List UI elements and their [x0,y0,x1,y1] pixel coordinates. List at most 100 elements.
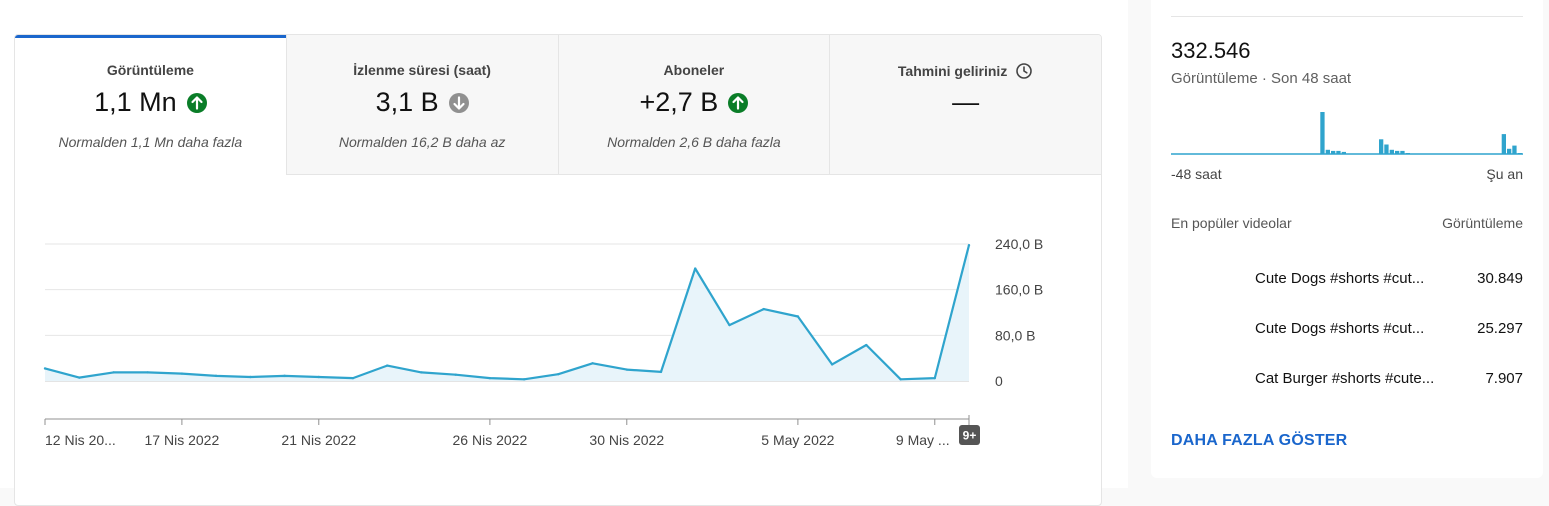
tab-revenue-label-text: Tahmini geliriniz [897,63,1008,79]
tab-subscribers-note: Normalden 2,6 B daha fazla [607,134,781,150]
top-video-row[interactable]: Cat Burger #shorts #cute... 7.907 [1171,370,1523,396]
realtime-bar [1395,150,1400,154]
video-views: 7.907 [1485,370,1523,387]
arrow-up-icon [728,92,749,113]
realtime-bar [1512,145,1517,154]
realtime-bar [1517,153,1522,155]
realtime-bar [1400,150,1405,154]
tab-revenue-value-text: — [952,87,980,117]
top-video-row[interactable]: Cute Dogs #shorts #cut... 30.849 [1171,270,1523,296]
data-point [420,371,423,374]
x-tick-label: 26 Nis 2022 [453,432,528,448]
views-chart: 0 80,0 B 160,0 B 240,0 B 12 Nis 20... 17 Nis … [15,175,1101,505]
data-point [43,367,47,370]
video-views: 30.849 [1477,270,1523,287]
x-tick-label: 5 May 2022 [761,432,834,448]
data-point [78,376,81,379]
tab-watch-time-value: 3,1 B [287,87,558,118]
realtime-views-value: 332.546 [1171,38,1251,63]
realtime-bar [1389,149,1394,154]
data-point [386,364,389,367]
realtime-bar [1320,112,1325,154]
data-point [351,376,355,380]
data-point [728,323,731,327]
realtime-bar [1336,150,1341,154]
realtime-bar [1341,151,1346,154]
video-views: 25.297 [1477,320,1523,337]
tab-views-value-text: 1,1 Mn [94,87,177,117]
tab-views-label-text: Görüntüleme [106,62,194,78]
x-tick-label: 12 Nis 20... [45,432,116,448]
x-tick-label: 21 Nis 2022 [281,432,356,448]
realtime-bar [1501,134,1506,154]
y-tick-label: 160,0 B [995,282,1043,298]
data-point [317,375,320,379]
data-point [249,375,252,379]
x-tick-label: 9 May ... [896,432,950,448]
views-chart-svg: 0 80,0 B 160,0 B 240,0 B 12 Nis 20... 17 Nis … [43,236,1043,448]
data-point [522,378,526,381]
data-point [454,373,457,376]
data-point [796,315,800,318]
arrow-up-icon [186,92,207,113]
data-point [488,376,492,380]
tab-watch-time-note: Normalden 16,2 B daha az [338,134,506,150]
tab-revenue-label: Tahmini geliriniz [830,62,1101,80]
arrow-down-icon [448,92,469,113]
realtime-bar [1331,150,1336,154]
annotation-badge-label: 9+ [963,429,977,443]
data-point [899,378,902,381]
data-point [180,372,184,375]
data-point [762,307,765,311]
data-point [591,362,594,365]
video-title: Cat Burger #shorts #cute... [1255,370,1435,387]
clock-icon [1015,62,1033,80]
tab-watch-time-label-text: İzlenme süresi (saat) [353,62,491,78]
tab-subscribers-value-text: +2,7 B [639,87,719,117]
tab-subscribers-label-text: Aboneler [663,62,725,78]
data-point [146,371,149,374]
tab-views-note: Normalden 1,1 Mn daha fazla [58,134,243,150]
realtime-subtitle: Görüntüleme · Son 48 saat [1171,70,1352,87]
video-title: Cute Dogs #shorts #cut... [1255,270,1425,287]
realtime-bar [1507,148,1512,155]
tab-subscribers-value: +2,7 B [559,87,830,118]
data-point [659,370,663,374]
top-videos-title: En popüler videolar [1171,215,1292,231]
tab-revenue[interactable]: Tahmini geliriniz — [829,35,1101,175]
realtime-end-label: Şu an [1486,166,1523,182]
x-tick-label: 17 Nis 2022 [145,432,220,448]
show-more-button[interactable]: DAHA FAZLA GÖSTER [1171,432,1347,450]
data-point [967,243,971,247]
data-point [933,376,936,380]
data-point [625,368,628,371]
tab-views-value: 1,1 Mn [15,87,286,118]
realtime-bar [1384,144,1389,154]
top-video-row[interactable]: Cute Dogs #shorts #cut... 25.297 [1171,320,1523,346]
metric-tabs: Görüntüleme 1,1 Mn Normalden 1,1 Mn daha… [15,35,1101,175]
divider [1171,16,1523,17]
realtime-start-label: -48 saat [1171,166,1222,182]
tab-watch-time[interactable]: İzlenme süresi (saat) 3,1 B Normalden 16… [285,35,558,175]
tab-watch-time-value-text: 3,1 B [375,87,439,117]
tab-subscribers[interactable]: Aboneler +2,7 B Normalden 2,6 B daha faz… [557,35,830,175]
tab-views[interactable]: Görüntüleme 1,1 Mn Normalden 1,1 Mn daha… [15,35,286,175]
data-point [830,363,834,366]
top-videos-column-views: Görüntüleme [1442,215,1523,231]
data-point [283,374,286,378]
realtime-card: 332.546 Görüntüleme · Son 48 saat -48 sa… [1151,0,1543,478]
metrics-panel: Görüntüleme 1,1 Mn Normalden 1,1 Mn daha… [14,34,1102,506]
tab-watch-time-label: İzlenme süresi (saat) [287,62,558,78]
series-line [44,244,971,381]
data-point [557,372,560,376]
realtime-bar [1379,139,1384,154]
y-tick-label: 240,0 B [995,236,1043,252]
data-point [214,374,218,378]
tab-subscribers-label: Aboneler [559,62,830,78]
data-point [694,267,697,270]
y-tick-label: 80,0 B [995,327,1035,343]
tab-revenue-value: — [830,87,1101,118]
data-point [865,343,868,347]
realtime-bar [1325,149,1330,154]
tab-views-label: Görüntüleme [15,62,286,78]
